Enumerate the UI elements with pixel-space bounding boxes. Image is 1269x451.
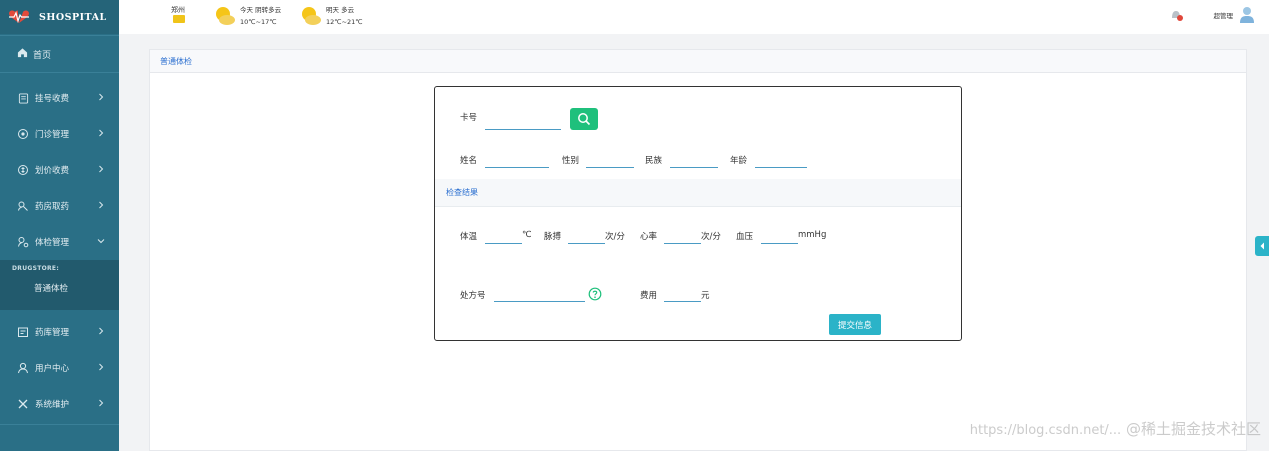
sidebar-item-label: 用户中心 (35, 364, 70, 374)
heart-rate-input[interactable] (664, 230, 701, 244)
warehouse-icon (17, 326, 29, 338)
temperature-unit: ℃ (522, 230, 532, 240)
submit-button[interactable]: 提交信息 (829, 314, 881, 335)
pulse-label: 脉搏 (544, 232, 562, 242)
tools-icon (17, 398, 29, 410)
clinic-icon (17, 128, 29, 140)
blood-pressure-label: 血压 (736, 232, 754, 242)
sun-cloud-icon (302, 7, 321, 25)
gender-input[interactable] (586, 154, 634, 168)
chevron-right-icon (99, 129, 104, 137)
blood-pressure-unit: mmHg (798, 230, 827, 240)
sidebar-item-label: 体检管理 (35, 238, 70, 248)
tomorrow-temp: 12℃~21℃ (326, 18, 363, 26)
fee-unit: 元 (701, 291, 710, 301)
chevron-right-icon (99, 399, 104, 407)
sidebar-item-user-center[interactable]: 用户中心 (0, 350, 119, 386)
collapse-toggle[interactable] (1255, 236, 1269, 256)
sun-cloud-icon (216, 7, 235, 25)
sidebar-item-home[interactable]: 首页 (0, 35, 119, 73)
sidebar-item-label: 药库管理 (35, 328, 70, 338)
heart-rate-unit: 次/分 (701, 232, 721, 242)
sidebar-item-label: 门诊管理 (35, 130, 70, 140)
weather-city: 郑州 (171, 6, 185, 14)
ethnicity-label: 民族 (645, 156, 663, 166)
sidebar-item-system[interactable]: 系统维护 (0, 386, 119, 422)
pricing-icon (17, 164, 29, 176)
gender-label: 性别 (562, 156, 580, 166)
prescription-input[interactable] (494, 288, 585, 302)
today-temp: 10℃~17℃ (240, 18, 277, 26)
card-header: 普通体检 (150, 50, 1246, 73)
card-number-label: 卡号 (460, 113, 478, 123)
chevron-right-icon (99, 93, 104, 101)
chevron-right-icon (99, 327, 104, 335)
notification-icon[interactable] (1170, 8, 1184, 22)
section-header: 检查结果 (435, 179, 961, 207)
fee-label: 费用 (640, 291, 658, 301)
sidebar-item-pricing[interactable]: 划价收费 (0, 152, 119, 188)
card-number-input[interactable] (485, 116, 561, 130)
tab-general-checkup[interactable]: 普通体检 (160, 56, 192, 67)
sidebar-item-pharmacy[interactable]: 药房取药 (0, 188, 119, 224)
heart-rate-label: 心率 (640, 232, 658, 242)
submenu-heading: DRUGSTORE: (12, 265, 60, 272)
chevron-down-icon (97, 239, 105, 244)
temperature-label: 体温 (460, 232, 478, 242)
heartbeat-logo-icon (9, 10, 29, 24)
chevron-right-icon (99, 201, 104, 209)
age-input[interactable] (755, 154, 807, 168)
logo[interactable]: SHOSPITAL (0, 0, 119, 34)
prescription-label: 处方号 (460, 291, 486, 301)
register-icon (17, 92, 29, 104)
sidebar-item-label: 系统维护 (35, 400, 70, 410)
checkup-form: 卡号 姓名 性别 民族 年龄 检查结果 体温 ℃ 脉搏 次/分 心率 次/分 血… (434, 86, 962, 341)
section-title: 检查结果 (446, 188, 478, 197)
sidebar: SHOSPITAL 首页 挂号收费 门诊管理 划价收费 药房取药 体检管理 DR… (0, 0, 119, 451)
sidebar-item-checkup[interactable]: 体检管理 (0, 224, 119, 260)
admin-name[interactable]: 超管理 (1214, 10, 1234, 20)
tomorrow-label: 明天 多云 (326, 6, 355, 14)
name-label: 姓名 (460, 156, 478, 166)
checkup-icon (17, 236, 29, 248)
pulse-unit: 次/分 (605, 232, 625, 242)
search-icon (578, 113, 591, 126)
watermark-brand: @稀土掘金技术社区 (1125, 420, 1261, 438)
chevron-right-icon (99, 363, 104, 371)
checkup-submenu: DRUGSTORE: 普通体检 (0, 260, 119, 310)
weather-today: 今天 阴转多云 10℃~17℃ (213, 4, 281, 28)
search-button[interactable] (570, 108, 598, 130)
temperature-input[interactable] (485, 230, 522, 244)
sidebar-item-registration[interactable]: 挂号收费 (0, 80, 119, 116)
topbar: 郑州 今天 阴转多云 10℃~17℃ 明天 多云 12℃~21℃ 超管理 (119, 0, 1269, 34)
age-label: 年龄 (730, 156, 748, 166)
fee-input[interactable] (664, 288, 701, 302)
sidebar-item-label: 首页 (33, 50, 52, 61)
ethnicity-input[interactable] (670, 154, 718, 168)
content-card: 普通体检 卡号 姓名 性别 民族 年龄 检查结果 体温 ℃ 脉搏 次/分 心率 … (149, 49, 1247, 451)
app-title: SHOSPITAL (39, 11, 107, 23)
sidebar-item-label: 挂号收费 (35, 94, 70, 104)
user-icon (17, 362, 29, 374)
submenu-item-general-checkup[interactable]: 普通体检 (0, 282, 119, 294)
chevron-left-icon (1260, 242, 1264, 250)
pulse-input[interactable] (568, 230, 605, 244)
sidebar-item-warehouse[interactable]: 药库管理 (0, 314, 119, 350)
chevron-right-icon (99, 165, 104, 173)
watermark: https://blog.csdn.net/... @稀土掘金技术社区 (970, 418, 1261, 439)
home-icon (17, 47, 28, 61)
sidebar-item-label: 药房取药 (35, 202, 70, 212)
watermark-url: https://blog.csdn.net/... (969, 423, 1122, 438)
sidebar-item-clinic[interactable]: 门诊管理 (0, 116, 119, 152)
avatar-icon[interactable] (1239, 6, 1255, 24)
today-label: 今天 阴转多云 (240, 6, 282, 14)
weather-tomorrow: 明天 多云 12℃~21℃ (299, 4, 363, 28)
location-icon (173, 15, 185, 23)
pharmacy-icon (17, 200, 29, 212)
sidebar-item-label: 划价收费 (35, 166, 70, 176)
blood-pressure-input[interactable] (761, 230, 798, 244)
help-icon[interactable] (588, 287, 602, 301)
name-input[interactable] (485, 154, 549, 168)
